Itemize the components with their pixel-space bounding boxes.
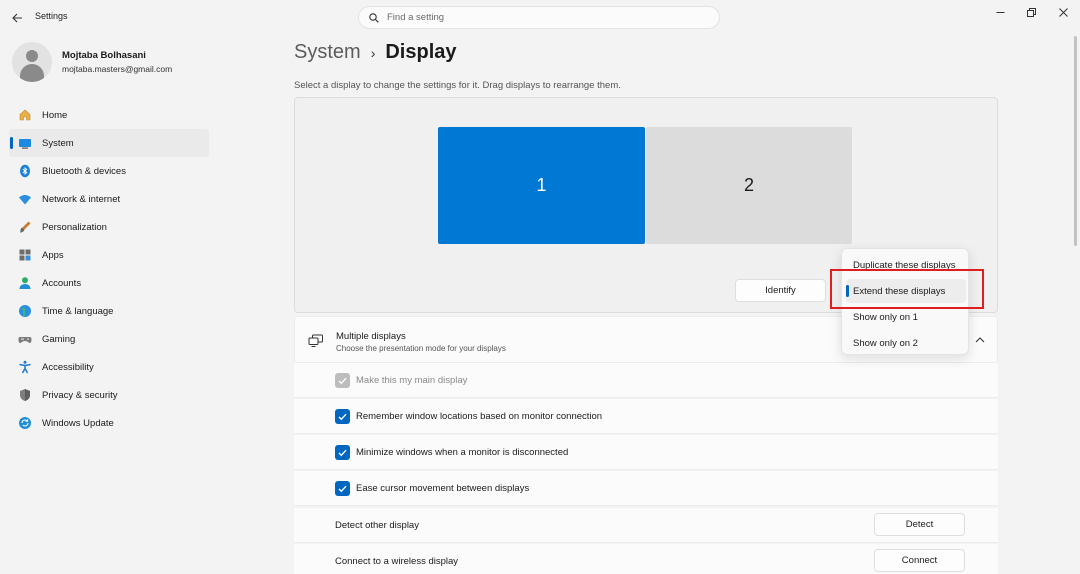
detect-button[interactable]: Detect [874, 513, 965, 536]
sidebar-item-label: Accessibility [42, 361, 94, 373]
monitor-1[interactable]: 1 [438, 127, 645, 244]
minimize-icon [996, 11, 1004, 13]
sidebar-item-system[interactable]: System [9, 129, 209, 157]
minimize-windows-row: Minimize windows when a monitor is disco… [294, 435, 998, 470]
connect-button[interactable]: Connect [874, 549, 965, 572]
red-highlight-annotation [830, 269, 984, 309]
remember-windows-row: Remember window locations based on monit… [294, 399, 998, 434]
sidebar-item-accessibility[interactable]: Accessibility [9, 353, 209, 381]
wireless-display-row: Connect to a wireless display Connect [294, 544, 998, 574]
sidebar-item-label: Network & internet [42, 193, 121, 205]
restore-button[interactable] [1022, 4, 1040, 20]
detect-display-row: Detect other display Detect [294, 508, 998, 543]
breadcrumb-parent[interactable]: System [294, 41, 361, 64]
profile-email: mojtaba.masters@gmail.com [62, 64, 173, 74]
wireless-display-label: Connect to a wireless display [335, 556, 459, 567]
checkmark-icon [338, 449, 347, 456]
detect-display-label: Detect other display [335, 520, 419, 531]
back-arrow-icon [11, 13, 22, 23]
wifi-icon [18, 192, 32, 206]
profile-name: Mojtaba Bolhasani [62, 50, 146, 61]
arrangement-instructions: Select a display to change the settings … [294, 80, 621, 91]
main-display-label: Make this my main display [356, 375, 468, 386]
sidebar-item-time-language[interactable]: Time & language [9, 297, 209, 325]
page-title: Display [385, 41, 457, 63]
minimize-windows-checkbox[interactable] [335, 445, 350, 460]
remember-windows-checkbox[interactable] [335, 409, 350, 424]
multiple-displays-icon [308, 334, 323, 347]
sidebar-item-home[interactable]: Home [9, 101, 209, 129]
close-button[interactable] [1054, 4, 1072, 20]
sidebar-item-label: System [42, 137, 74, 149]
chevron-right-icon: › [370, 44, 376, 61]
ease-cursor-row: Ease cursor movement between displays [294, 471, 998, 506]
shield-icon [18, 388, 32, 402]
monitor-2[interactable]: 2 [646, 127, 852, 244]
close-icon [1058, 7, 1068, 17]
brush-icon [18, 220, 32, 234]
user-profile[interactable]: Mojtaba Bolhasani mojtaba.masters@gmail.… [12, 42, 172, 82]
main-display-row: Make this my main display [294, 363, 998, 398]
gamepad-icon [18, 332, 32, 346]
restore-icon [1026, 7, 1036, 17]
sidebar-item-accounts[interactable]: Accounts [9, 269, 209, 297]
sidebar-item-label: Apps [42, 249, 64, 261]
sidebar-item-label: Home [42, 109, 68, 121]
identify-button[interactable]: Identify [735, 279, 826, 302]
sidebar-item-apps[interactable]: Apps [9, 241, 209, 269]
multiple-displays-subtitle: Choose the presentation mode for your di… [336, 344, 506, 353]
avatar [12, 42, 52, 82]
sidebar-item-label: Bluetooth & devices [42, 165, 126, 177]
accessibility-icon [18, 360, 32, 374]
sidebar-item-privacy-security[interactable]: Privacy & security [9, 381, 209, 409]
sidebar-item-label: Time & language [42, 305, 114, 317]
ease-cursor-checkbox[interactable] [335, 481, 350, 496]
sidebar-item-label: Privacy & security [42, 389, 118, 401]
scrollbar[interactable] [1074, 36, 1077, 246]
update-icon [18, 416, 32, 430]
accounts-icon [18, 276, 32, 290]
multiple-displays-title: Multiple displays [336, 331, 406, 342]
search-placeholder: Find a setting [387, 12, 445, 23]
bluetooth-icon [18, 164, 32, 178]
breadcrumb: System › Display [294, 41, 457, 64]
ease-cursor-label: Ease cursor movement between displays [356, 483, 530, 494]
chevron-up-icon[interactable] [975, 336, 985, 344]
system-icon [18, 136, 32, 150]
sidebar-item-network[interactable]: Network & internet [9, 185, 209, 213]
minimize-windows-label: Minimize windows when a monitor is disco… [356, 447, 569, 458]
sidebar-item-bluetooth[interactable]: Bluetooth & devices [9, 157, 209, 185]
sidebar-item-personalization[interactable]: Personalization [9, 213, 209, 241]
checkmark-icon [338, 485, 347, 492]
apps-icon [18, 248, 32, 262]
sidebar-item-gaming[interactable]: Gaming [9, 325, 209, 353]
title-bar: Settings Find a setting [0, 0, 1080, 36]
remember-windows-label: Remember window locations based on monit… [356, 411, 603, 422]
sidebar-item-label: Personalization [42, 221, 107, 233]
minimize-button[interactable] [991, 4, 1009, 20]
search-icon [369, 12, 379, 23]
checkmark-icon [338, 377, 347, 384]
sidebar-item-label: Windows Update [42, 417, 114, 429]
sidebar-item-label: Gaming [42, 333, 76, 345]
main-display-checkbox[interactable] [335, 373, 350, 388]
back-button[interactable] [8, 9, 26, 27]
menu-item-show-only-2[interactable]: Show only on 2 [846, 331, 966, 355]
app-title: Settings [35, 11, 68, 21]
checkmark-icon [338, 413, 347, 420]
sidebar-item-windows-update[interactable]: Windows Update [9, 409, 209, 437]
home-icon [18, 108, 32, 122]
search-input[interactable]: Find a setting [358, 6, 720, 29]
sidebar-item-label: Accounts [42, 277, 82, 289]
globe-icon [18, 304, 32, 318]
sidebar-nav: Home System Bluetooth & devices Network … [9, 101, 209, 437]
